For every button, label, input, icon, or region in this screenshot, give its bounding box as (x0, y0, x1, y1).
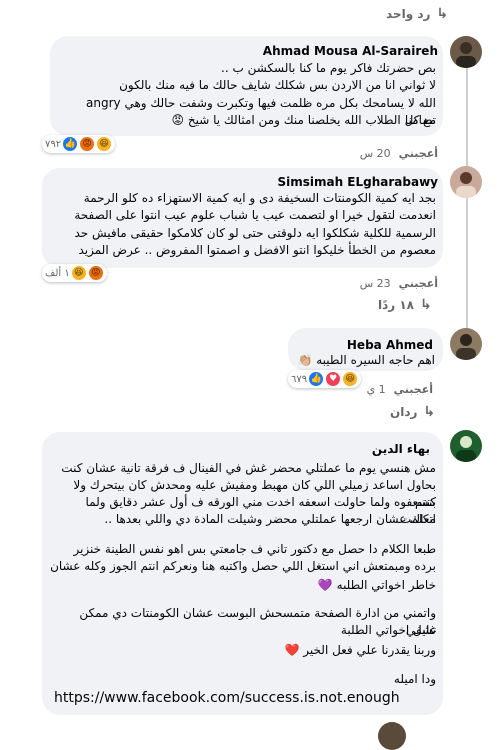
reply-arrow-icon: ↳ (420, 297, 432, 313)
comment-line: بجد ايه كمية الكومنتات السخيفة دى و ايه … (83, 191, 436, 205)
reaction-count: ١ ألف (45, 267, 70, 279)
comment-line: برده ومبمتعش اني استغل اللي حصل واكتبه ه… (50, 559, 436, 573)
haha-reaction-icon: 😆 (96, 136, 113, 152)
reply-arrow-icon: ↳ (423, 404, 436, 420)
reaction-summary[interactable]: ٧٩٢ 👍 😡 😆 (42, 135, 116, 153)
comment-line: انعدمت لتقول خيرا او لتصمت عيب يا شباب ع… (74, 208, 436, 222)
comment-author[interactable]: Simsimah ELgharabawy (277, 175, 438, 189)
comment-line: مع كل الطلاب الله يخلصنا منك ومن امثالك … (171, 113, 436, 127)
comment-line: بص حضرتك فاكر يوم ما كنا بالسكشن ب .. (221, 61, 436, 75)
love-reaction-icon: ♥ (325, 371, 342, 387)
avatar[interactable] (450, 36, 482, 68)
comment-author[interactable]: Ahmad Mousa Al-Saraireh (263, 44, 438, 58)
view-replies-link[interactable]: رد واحد ↳ (386, 6, 448, 22)
comment-line: لا ثواني انا من الاردن بس شكلك شايف حالك… (119, 78, 436, 92)
angry-reaction-icon: 😡 (79, 136, 96, 152)
reaction-summary[interactable]: ٦٧٩ 👍 ♥ 😆 (288, 370, 362, 388)
comment-actions: أعجبني 1 ي (367, 383, 433, 396)
comment-time: 20 س (359, 147, 391, 160)
comment-line: اهم حاجه السيره الطيبه 👏🏼 (297, 353, 435, 367)
comment-line: ودا اميله (393, 672, 436, 686)
comment-author[interactable]: بهاء الدين (372, 442, 430, 456)
view-replies-label: ردان (390, 405, 418, 419)
like-button[interactable]: أعجبني (394, 383, 433, 396)
like-reaction-icon: 👍 (62, 136, 79, 152)
avatar[interactable] (450, 166, 482, 198)
comment-line: مش هنسي يوم ما عملتلي محضر غش في الفينال… (61, 461, 436, 475)
reaction-summary[interactable]: ١ ألف 😆 😡 (42, 264, 107, 282)
reaction-count: ٧٩٢ (45, 138, 62, 150)
view-replies-label: رد واحد (386, 7, 431, 21)
comment-line: الرسمية للكلية شكلكوا ايه دلوقتى حتى لو … (74, 226, 436, 240)
comment-time: 1 ي (366, 383, 386, 396)
angry-reaction-icon: 😡 (87, 265, 104, 281)
reaction-count: ٦٧٩ (291, 373, 308, 385)
avatar[interactable] (450, 328, 482, 360)
comment-time: 23 س (359, 277, 391, 290)
avatar[interactable] (378, 722, 406, 750)
haha-reaction-icon: 😆 (70, 265, 87, 281)
like-button[interactable]: أعجبني (399, 277, 438, 290)
comment-line: خاطر اخواتي الطلبه 💜 (317, 578, 436, 592)
comment-line: طبعا الكلام دا حصل مع دكتور تاني ف جامعت… (73, 542, 436, 556)
like-reaction-icon: 👍 (308, 371, 325, 387)
view-replies-link[interactable]: ١٨ ردًا ↳ (378, 297, 432, 313)
view-replies-link[interactable]: ردان ↳ (390, 404, 435, 420)
like-button[interactable]: أعجبني (399, 147, 438, 160)
avatar[interactable] (450, 430, 482, 462)
thread-line (466, 68, 468, 328)
haha-reaction-icon: 😆 (342, 371, 359, 387)
comment-line: معصوم من الخطأ خليكوا انتو الافضل و اصمت… (78, 243, 436, 257)
comment-actions: أعجبني 20 س (360, 147, 438, 160)
reply-arrow-icon: ↳ (436, 6, 449, 22)
comment-line: معاك عشان ارجعها عملتلي محضر وشيلت الماد… (104, 512, 436, 526)
comment-line: غليل اخواتي الطلبة (340, 623, 436, 637)
comment-actions: أعجبني 23 س (360, 277, 438, 290)
comment-author[interactable]: Heba Ahmed (347, 338, 433, 352)
profile-link[interactable]: https://www.facebook.com/success.is.not.… (54, 690, 400, 706)
view-replies-label: ١٨ ردًا (378, 298, 415, 312)
comment-line: وربنا يقدرنا علي فعل الخير ❤️ (284, 643, 436, 657)
